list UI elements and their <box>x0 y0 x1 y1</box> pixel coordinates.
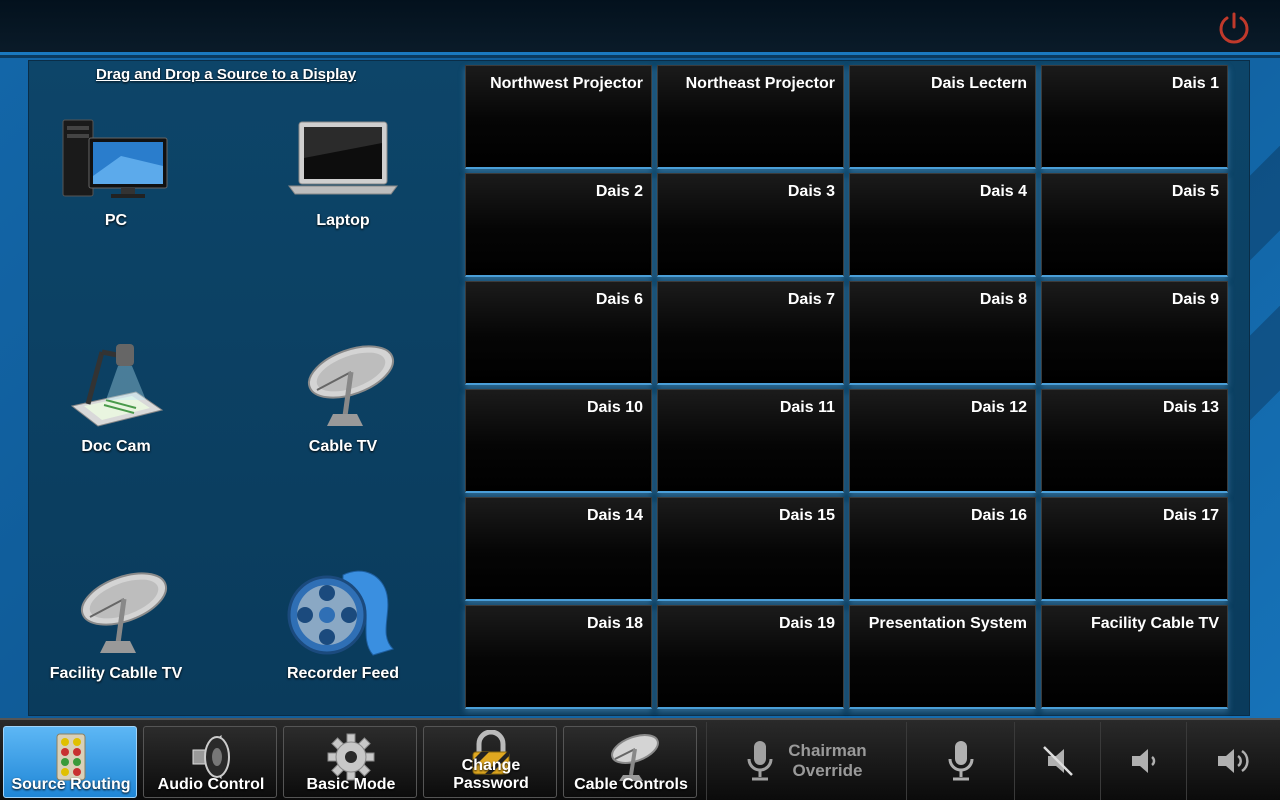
display-tile[interactable]: Dais 17 <box>1041 497 1228 601</box>
display-label: Dais 1 <box>1171 75 1219 92</box>
mute-button[interactable] <box>1014 722 1100 800</box>
display-tile[interactable]: Northwest Projector <box>465 65 652 169</box>
volume-up-button[interactable] <box>1186 722 1280 800</box>
display-label: Dais 4 <box>979 183 1027 200</box>
microphone-button[interactable] <box>906 722 1014 800</box>
volume-down-button[interactable] <box>1100 722 1186 800</box>
source-cable-tv[interactable]: Cable TV <box>243 334 443 484</box>
power-button[interactable] <box>1216 10 1252 46</box>
tab-cable-controls[interactable]: Cable Controls <box>563 726 697 798</box>
display-label: Dais 6 <box>595 291 643 308</box>
chairman-label-line1: Chairman <box>788 741 867 760</box>
display-tile[interactable]: Dais 18 <box>465 605 652 709</box>
source-label: Facility Cablle TV <box>49 665 183 682</box>
connector-panel-icon <box>56 733 86 781</box>
satellite-dish-icon <box>80 572 168 653</box>
display-tile[interactable]: Presentation System <box>849 605 1036 709</box>
microphone-icon <box>747 741 773 781</box>
film-reel-icon <box>287 570 394 656</box>
source-label: PC <box>104 212 128 229</box>
source-label: Cable TV <box>308 438 378 455</box>
satellite-dish-icon <box>307 345 395 426</box>
display-tile[interactable]: Dais 6 <box>465 281 652 385</box>
display-tile[interactable]: Dais 3 <box>657 173 844 277</box>
tab-label: Change Password <box>424 757 558 793</box>
source-pc[interactable]: PC <box>16 108 216 258</box>
display-tile[interactable]: Dais 5 <box>1041 173 1228 277</box>
display-label: Dais 19 <box>778 615 835 632</box>
source-doc-cam[interactable]: Doc Cam <box>16 334 216 484</box>
source-label: Laptop <box>316 212 370 229</box>
display-tile[interactable]: Dais 9 <box>1041 281 1228 385</box>
laptop-icon <box>288 121 398 195</box>
display-label: Dais 16 <box>970 507 1027 524</box>
display-label: Northwest Projector <box>490 75 643 92</box>
display-tile[interactable]: Dais 19 <box>657 605 844 709</box>
display-tile[interactable]: Dais 16 <box>849 497 1036 601</box>
display-tile[interactable]: Dais 8 <box>849 281 1036 385</box>
tab-change-password[interactable]: Change Password <box>423 726 557 798</box>
tab-label: Basic Mode <box>306 776 396 793</box>
display-tile[interactable]: Dais 14 <box>465 497 652 601</box>
display-label: Dais 3 <box>787 183 835 200</box>
tab-label-line1: Change <box>461 757 521 774</box>
display-label: Dais 15 <box>778 507 835 524</box>
display-label: Dais 7 <box>787 291 835 308</box>
tab-basic-mode[interactable]: Basic Mode <box>283 726 417 798</box>
volume-up-icon <box>1217 749 1249 773</box>
display-tile[interactable]: Facility Cable TV <box>1041 605 1228 709</box>
tab-label-line2: Password <box>453 775 529 792</box>
display-label: Dais Lectern <box>930 75 1027 92</box>
display-tile[interactable]: Dais 12 <box>849 389 1036 493</box>
bottom-nav-bar: Source Routing Audio Control Basic Mode … <box>0 718 1280 800</box>
display-label: Dais 11 <box>779 399 835 416</box>
source-recorder-feed[interactable]: Recorder Feed <box>243 561 443 711</box>
tab-label: Audio Control <box>157 776 265 793</box>
tab-label: Cable Controls <box>574 776 688 793</box>
display-tile[interactable]: Dais 15 <box>657 497 844 601</box>
display-tile[interactable]: Dais 11 <box>657 389 844 493</box>
display-tile[interactable]: Dais 7 <box>657 281 844 385</box>
speaker-icon <box>192 734 230 780</box>
display-label: Dais 17 <box>1162 507 1219 524</box>
display-label: Presentation System <box>868 615 1027 632</box>
display-grid: Northwest Projector Northeast Projector … <box>465 65 1230 711</box>
display-tile[interactable]: Northeast Projector <box>657 65 844 169</box>
doc-cam-icon <box>70 344 164 427</box>
microphone-icon <box>948 741 973 781</box>
display-label: Dais 10 <box>586 399 643 416</box>
display-tile[interactable]: Dais 2 <box>465 173 652 277</box>
display-label: Dais 2 <box>595 183 643 200</box>
display-label: Dais 9 <box>1171 291 1219 308</box>
display-label: Dais 12 <box>970 399 1027 416</box>
top-bar <box>0 0 1280 55</box>
display-tile[interactable]: Dais 1 <box>1041 65 1228 169</box>
display-label: Dais 18 <box>586 615 643 632</box>
power-icon <box>1219 12 1249 44</box>
volume-down-icon <box>1131 749 1155 773</box>
display-tile[interactable]: Dais 10 <box>465 389 652 493</box>
display-tile[interactable]: Dais 4 <box>849 173 1036 277</box>
gear-icon <box>327 733 375 781</box>
display-tile[interactable]: Dais Lectern <box>849 65 1036 169</box>
tab-audio-control[interactable]: Audio Control <box>143 726 277 798</box>
chairman-label-line2: Override <box>792 761 863 780</box>
source-label: Recorder Feed <box>286 665 400 682</box>
tab-source-routing[interactable]: Source Routing <box>3 726 137 798</box>
display-label: Northeast Projector <box>685 75 835 92</box>
source-label: Doc Cam <box>81 438 151 455</box>
mute-icon <box>1042 746 1073 776</box>
display-label: Facility Cable TV <box>1090 615 1219 632</box>
tab-label: Source Routing <box>11 776 131 793</box>
pc-icon <box>62 119 168 198</box>
chairman-override-button[interactable]: Chairman Override <box>706 722 906 800</box>
display-tile[interactable]: Dais 13 <box>1041 389 1228 493</box>
display-label: Dais 8 <box>979 291 1027 308</box>
display-label: Dais 13 <box>1162 399 1219 416</box>
panel-title: Drag and Drop a Source to a Display <box>95 66 357 83</box>
display-label: Dais 14 <box>586 507 643 524</box>
display-label: Dais 5 <box>1171 183 1219 200</box>
source-laptop[interactable]: Laptop <box>243 108 443 258</box>
source-facility-cable-tv[interactable]: Facility Cablle TV <box>16 561 216 711</box>
